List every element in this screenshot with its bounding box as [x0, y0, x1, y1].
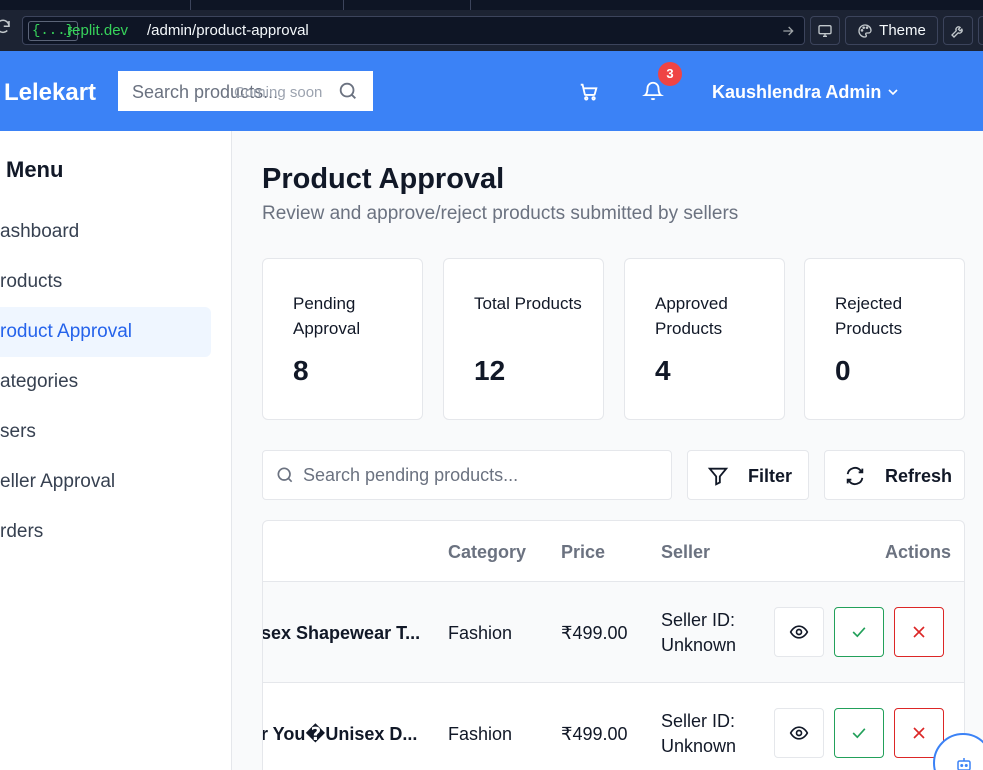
sidebar-item-dashboard[interactable]: ashboard: [0, 207, 211, 257]
product-seller: Seller ID: Unknown: [661, 709, 736, 759]
product-price: ₹499.00: [561, 623, 628, 643]
view-button[interactable]: [774, 607, 824, 657]
sidebar-item-categories[interactable]: ategories: [0, 357, 211, 407]
sidebar-title: Menu: [6, 157, 64, 182]
sidebar: Menu ashboard roducts roduct Approval at…: [0, 131, 232, 770]
browser-chrome: {...} .replit.dev /admin/product-approva…: [0, 0, 983, 51]
eye-icon: [789, 625, 809, 639]
product-category: Fashion: [448, 724, 513, 744]
sidebar-item-product-approval[interactable]: roduct Approval: [0, 307, 211, 357]
filter-button[interactable]: Filter: [687, 450, 809, 500]
pending-search-field[interactable]: [262, 450, 672, 500]
app-header: Lelekart Search products... Coming soon …: [0, 51, 983, 131]
cart-icon[interactable]: [578, 81, 600, 103]
page-subtitle: Review and approve/reject products submi…: [262, 203, 739, 224]
sidebar-item-users[interactable]: sers: [0, 407, 211, 457]
notification-badge: 3: [658, 62, 682, 86]
search-icon[interactable]: [337, 80, 359, 102]
column-header-price[interactable]: Price: [561, 542, 605, 563]
theme-button[interactable]: Theme: [845, 16, 938, 45]
seller-id-label: Seller ID:: [661, 711, 736, 731]
chevron-down-icon[interactable]: [885, 84, 901, 100]
address-bar[interactable]: {...} .replit.dev /admin/product-approva…: [22, 16, 805, 45]
stat-label: Pending Approval: [293, 294, 361, 338]
refresh-icon: [846, 467, 864, 485]
bot-icon: [957, 758, 971, 770]
product-name: sex Shapewear T...: [262, 623, 421, 643]
logo[interactable]: Lelekart: [4, 79, 96, 107]
monitor-icon: [818, 24, 832, 37]
overflow-button[interactable]: [978, 16, 983, 45]
page-title: Product Approval: [262, 163, 505, 195]
stat-value: 12: [474, 355, 506, 386]
go-arrow-icon[interactable]: [780, 23, 796, 39]
filter-icon: [707, 467, 729, 486]
tab-divider: [343, 0, 344, 10]
theme-label: Theme: [879, 22, 926, 39]
column-header-seller[interactable]: Seller: [661, 542, 710, 563]
close-icon: [913, 626, 925, 638]
refresh-button[interactable]: Refresh: [824, 450, 965, 500]
check-icon: [852, 627, 866, 638]
seller-id-label: Seller ID:: [661, 610, 736, 630]
pending-products-table: Category Price Seller Actions sex Shapew…: [262, 520, 965, 770]
product-search-box[interactable]: Search products... Coming soon: [118, 71, 373, 111]
devices-button[interactable]: [810, 16, 840, 45]
reload-icon[interactable]: [0, 18, 12, 36]
stat-value: 0: [835, 355, 851, 386]
stat-card-rejected: Rejected Products 0: [804, 258, 965, 420]
bell-icon[interactable]: [642, 80, 664, 102]
stat-label: Total Products: [474, 294, 582, 313]
reject-button[interactable]: [894, 607, 944, 657]
filter-label: Filter: [748, 466, 793, 486]
column-header-category[interactable]: Category: [448, 542, 526, 563]
user-menu-name[interactable]: Kaushlendra Admin: [712, 82, 881, 103]
palette-icon: [858, 23, 872, 38]
stat-card-pending: Pending Approval 8: [262, 258, 423, 420]
url-host: .replit.dev: [63, 22, 129, 39]
stat-card-total: Total Products 12: [443, 258, 604, 420]
table-row: r You�Unisex D... Fashion ₹499.00 Seller…: [262, 682, 964, 770]
product-name: r You�Unisex D...: [262, 724, 418, 744]
check-icon: [852, 728, 866, 739]
eye-icon: [789, 726, 809, 740]
stat-label: Approved Products: [655, 294, 728, 338]
table-row: sex Shapewear T... Fashion ₹499.00 Selle…: [262, 581, 964, 682]
pending-search-input[interactable]: [303, 451, 663, 499]
seller-id-value: Unknown: [661, 736, 737, 756]
view-button[interactable]: [774, 708, 824, 758]
wrench-icon: [951, 25, 963, 38]
tools-button[interactable]: [943, 16, 973, 45]
seller-id-value: Unknown: [661, 635, 737, 655]
stat-card-approved: Approved Products 4: [624, 258, 785, 420]
search-icon: [277, 467, 293, 483]
search-coming-soon: Coming soon: [234, 84, 323, 101]
product-seller: Seller ID: Unknown: [661, 608, 736, 658]
approve-button[interactable]: [834, 708, 884, 758]
browser-tab-strip: [0, 0, 983, 10]
sidebar-item-orders[interactable]: rders: [0, 507, 211, 557]
main-content: Product Approval Review and approve/reje…: [232, 131, 983, 770]
sidebar-item-products[interactable]: roducts: [0, 257, 211, 307]
product-price: ₹499.00: [561, 724, 628, 744]
column-header-actions: Actions: [885, 542, 952, 562]
tab-divider: [470, 0, 471, 10]
product-category: Fashion: [448, 623, 513, 643]
close-icon: [913, 727, 925, 739]
refresh-label: Refresh: [885, 466, 953, 486]
tab-divider: [190, 0, 191, 10]
sidebar-item-seller-approval[interactable]: eller Approval: [0, 457, 211, 507]
stat-value: 8: [293, 355, 309, 386]
stat-label: Rejected Products: [835, 294, 903, 338]
url-path[interactable]: /admin/product-approval: [147, 22, 309, 39]
stat-value: 4: [655, 355, 671, 386]
approve-button[interactable]: [834, 607, 884, 657]
